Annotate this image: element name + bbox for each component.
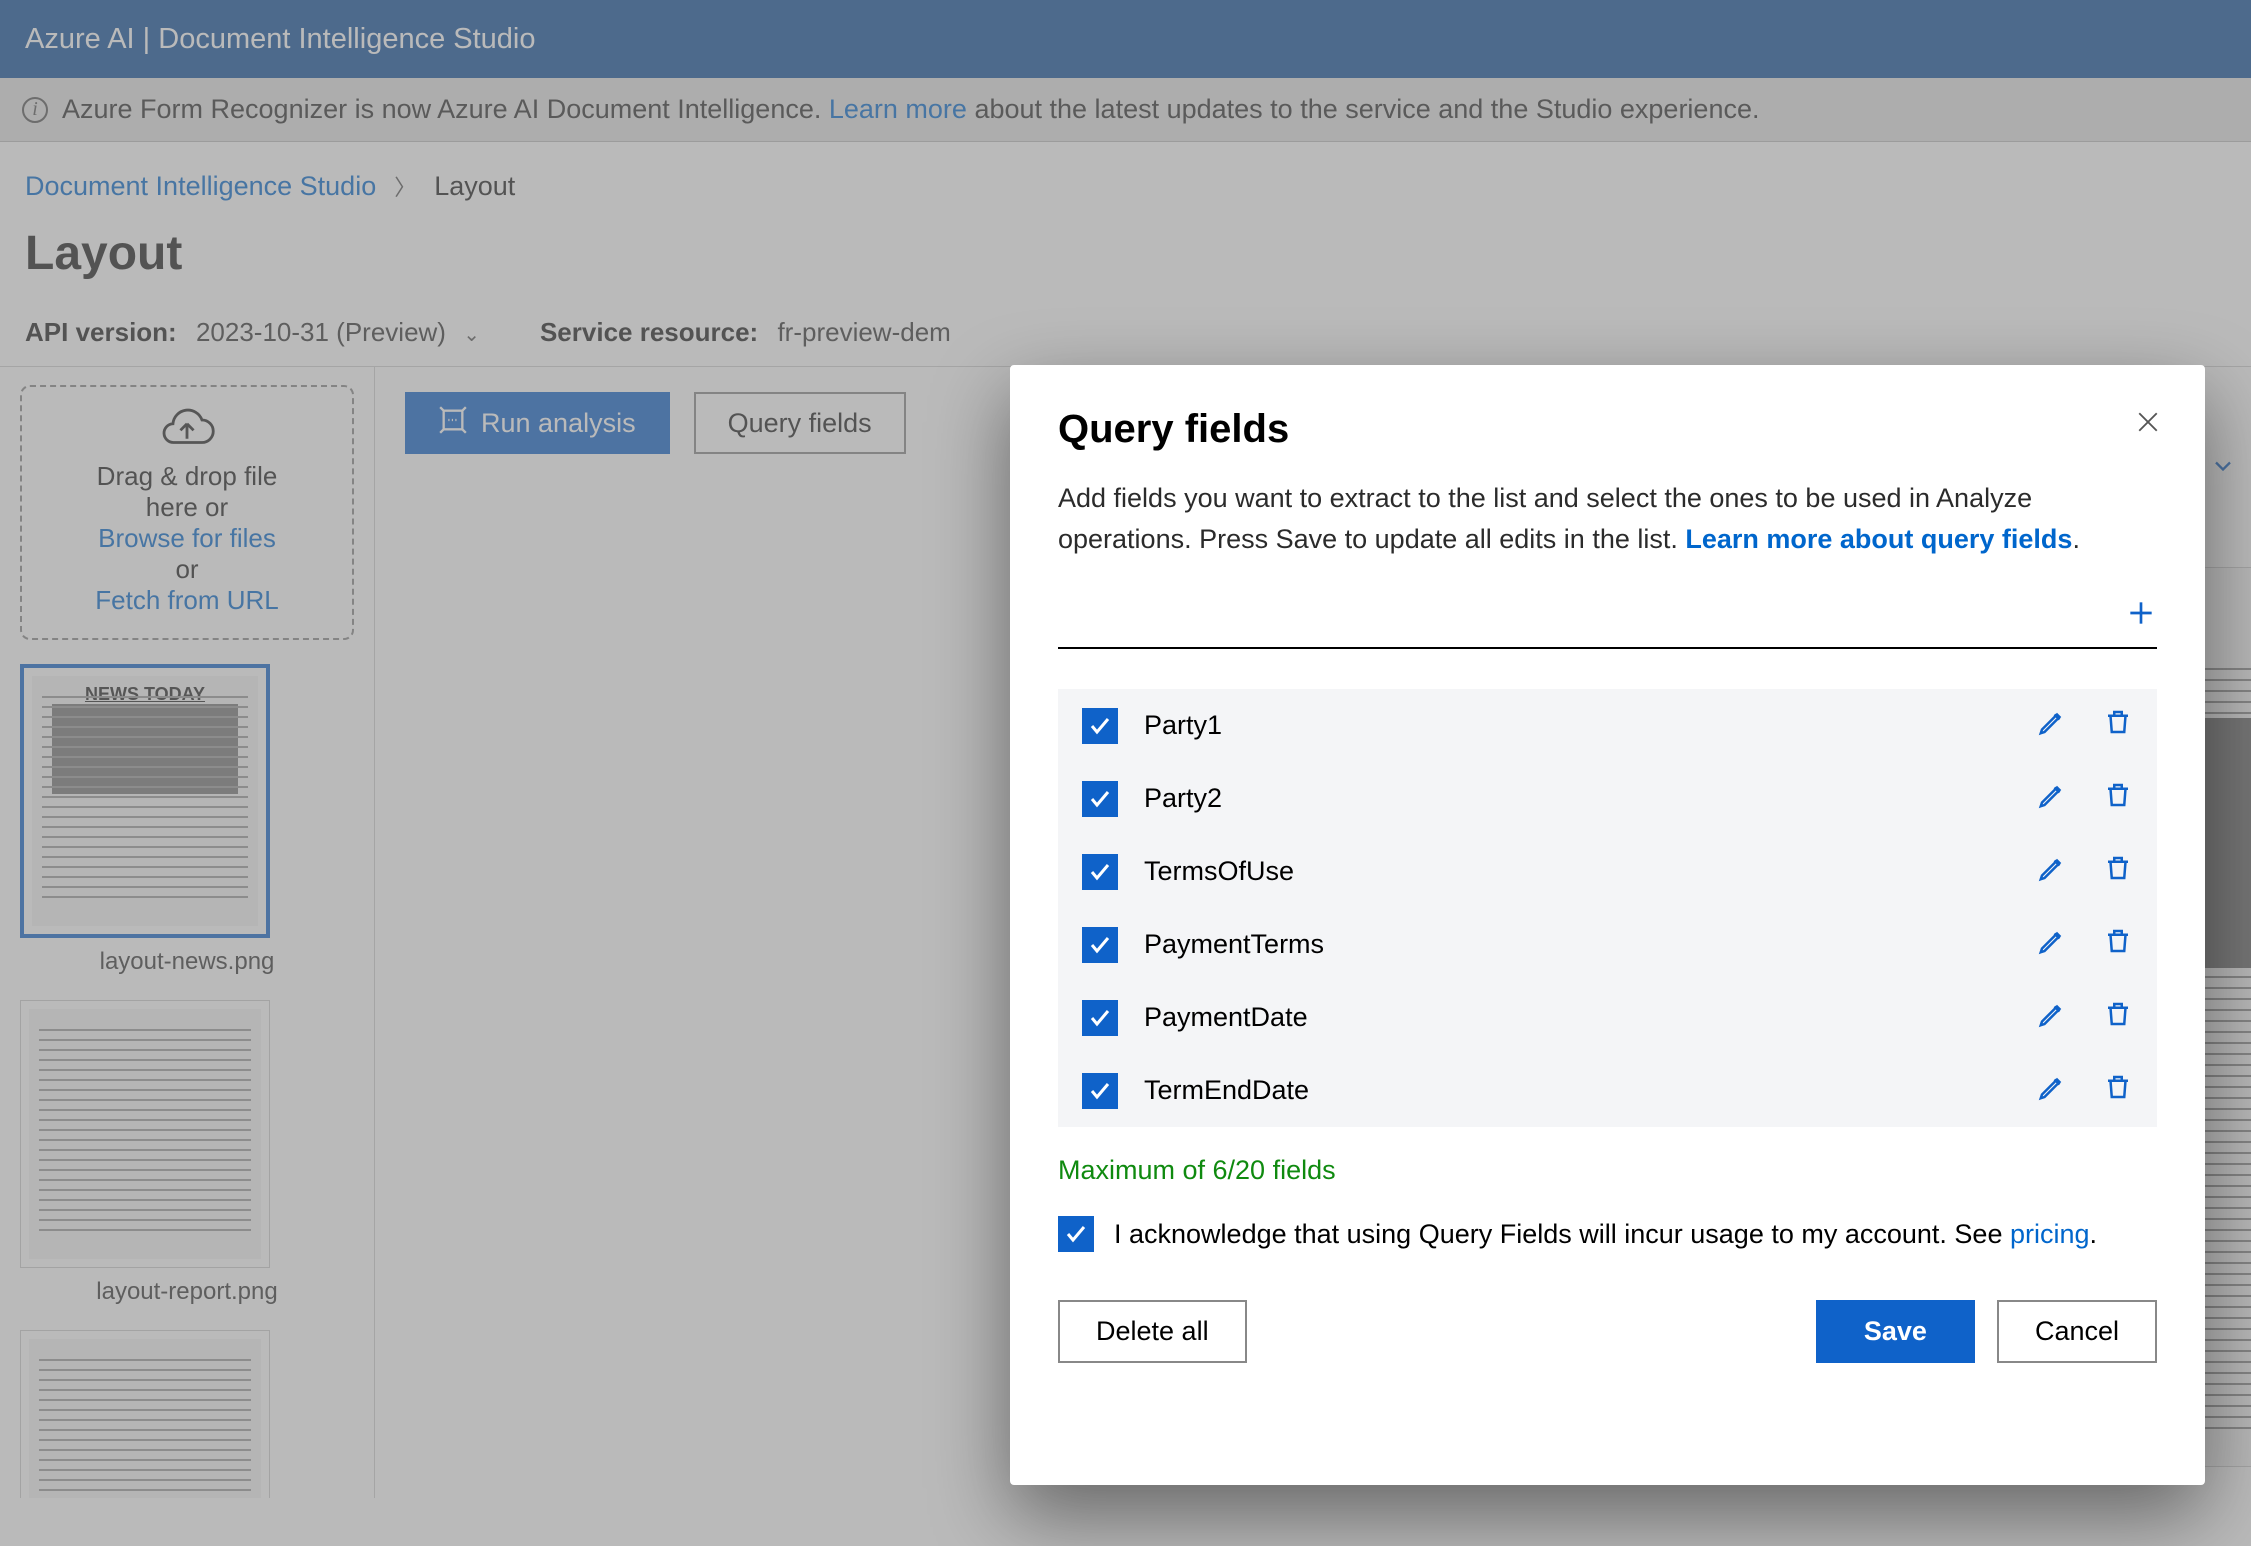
field-row: TermsOfUse [1058,835,2157,908]
add-field-button[interactable] [2125,597,2157,634]
edit-icon[interactable] [2037,853,2067,890]
period: . [2072,524,2080,554]
acknowledge-text: I acknowledge that using Query Fields wi… [1114,1219,2010,1249]
field-name-label: PaymentTerms [1144,929,2001,960]
cancel-button[interactable]: Cancel [1997,1300,2157,1363]
edit-icon[interactable] [2037,780,2067,817]
field-row: Party2 [1058,762,2157,835]
dialog-actions: Delete all Save Cancel [1058,1300,2157,1363]
delete-icon[interactable] [2103,707,2133,744]
edit-icon[interactable] [2037,707,2067,744]
field-checkbox[interactable] [1082,1073,1118,1109]
period: . [2090,1219,2098,1249]
delete-icon[interactable] [2103,1072,2133,1109]
dialog-description: Add fields you want to extract to the li… [1058,478,2157,559]
field-row: Party1 [1058,689,2157,762]
delete-icon[interactable] [2103,999,2133,1036]
field-row: PaymentDate [1058,981,2157,1054]
edit-icon[interactable] [2037,926,2067,963]
acknowledge-checkbox[interactable] [1058,1216,1094,1252]
query-fields-dialog: Query fields Add fields you want to extr… [1010,365,2205,1485]
field-row: PaymentTerms [1058,908,2157,981]
field-name-label: TermsOfUse [1144,856,2001,887]
field-name-label: PaymentDate [1144,1002,2001,1033]
close-button[interactable] [2133,407,2163,442]
field-name-label: TermEndDate [1144,1075,2001,1106]
save-button[interactable]: Save [1816,1300,1975,1363]
add-field-row [1058,593,2157,649]
field-limit-text: Maximum of 6/20 fields [1058,1155,2157,1186]
acknowledge-row: I acknowledge that using Query Fields wi… [1058,1216,2157,1252]
pricing-link[interactable]: pricing [2010,1219,2090,1249]
delete-icon[interactable] [2103,780,2133,817]
new-field-input[interactable] [1058,593,2125,637]
learn-more-link[interactable]: Learn more about query fields [1685,524,2072,554]
field-checkbox[interactable] [1082,781,1118,817]
field-row: TermEndDate [1058,1054,2157,1127]
field-checkbox[interactable] [1082,854,1118,890]
field-checkbox[interactable] [1082,1000,1118,1036]
field-name-label: Party2 [1144,783,2001,814]
dialog-title: Query fields [1058,407,2157,452]
field-checkbox[interactable] [1082,927,1118,963]
delete-all-button[interactable]: Delete all [1058,1300,1247,1363]
field-checkbox[interactable] [1082,708,1118,744]
delete-icon[interactable] [2103,853,2133,890]
edit-icon[interactable] [2037,1072,2067,1109]
field-list: Party1 Party2 TermsOfUse PaymentTer [1058,689,2157,1127]
field-name-label: Party1 [1144,710,2001,741]
edit-icon[interactable] [2037,999,2067,1036]
delete-icon[interactable] [2103,926,2133,963]
